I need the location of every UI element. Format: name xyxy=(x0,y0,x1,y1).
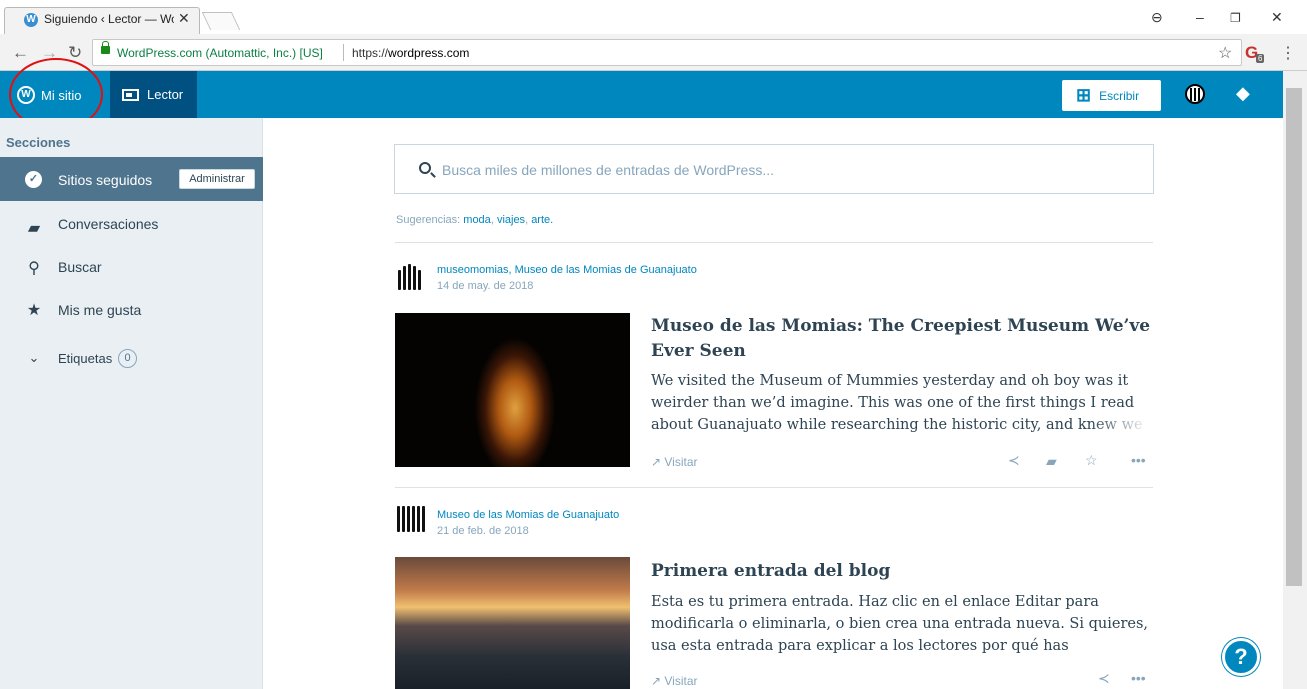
lock-icon xyxy=(101,41,110,54)
restore-icon[interactable]: ❐ xyxy=(1230,11,1241,25)
comment-icon[interactable]: ▰ xyxy=(1046,453,1057,470)
post-title[interactable]: Primera entrada del blog xyxy=(651,559,1151,584)
manage-button[interactable]: Administrar xyxy=(179,169,255,189)
more-options-icon[interactable]: ••• xyxy=(1131,452,1146,468)
notifications-icon[interactable]: ◆ xyxy=(1236,84,1254,102)
help-button[interactable]: ? xyxy=(1222,638,1260,676)
divider xyxy=(395,487,1153,488)
tab-close-icon[interactable]: ✕ xyxy=(178,10,190,27)
site-icon[interactable] xyxy=(396,262,426,292)
tab-title: Siguiendo ‹ Lector — Wo xyxy=(44,12,174,26)
site-icon[interactable] xyxy=(396,504,426,534)
share-icon[interactable]: ≺ xyxy=(1098,670,1110,687)
sidebar-item-label: Sitios seguidos xyxy=(58,172,153,188)
suggestion-link[interactable]: moda xyxy=(463,214,491,226)
post-featured-image[interactable] xyxy=(395,557,630,689)
suggestion-link[interactable]: arte. xyxy=(531,214,553,226)
minimize-icon[interactable]: – xyxy=(1196,9,1204,25)
reader-icon xyxy=(122,88,139,101)
search-placeholder: Busca miles de millones de entradas de W… xyxy=(442,162,775,178)
write-icon: ⊞ xyxy=(1076,85,1092,105)
sidebar-section-title: Secciones xyxy=(6,135,71,150)
post-title[interactable]: Museo de las Momias: The Creepiest Museu… xyxy=(651,314,1151,364)
sidebar-item-search[interactable]: Buscar xyxy=(58,259,102,275)
search-icon xyxy=(419,162,431,174)
back-icon[interactable]: ← xyxy=(12,43,29,63)
suggestion-link[interactable]: viajes xyxy=(497,214,525,226)
reader-label: Lector xyxy=(147,87,184,102)
post-site-name[interactable]: Museo de las Momias de Guanajuato xyxy=(437,509,619,521)
wordpress-favicon-icon: W xyxy=(24,13,38,27)
search-icon: ⚲ xyxy=(28,260,40,277)
divider xyxy=(395,242,1153,243)
url-separator xyxy=(343,44,344,61)
more-options-icon[interactable]: ••• xyxy=(1131,670,1146,686)
share-icon[interactable]: ≺ xyxy=(1008,452,1020,469)
url-text: https://wordpress.com xyxy=(352,46,470,60)
post-featured-image[interactable] xyxy=(395,313,630,467)
reader-sidebar xyxy=(0,118,263,689)
check-circle-icon: ✓ xyxy=(25,171,42,188)
excerpt-fade xyxy=(1090,414,1150,436)
close-window-icon[interactable]: ✕ xyxy=(1271,9,1283,26)
excerpt-fade xyxy=(1090,635,1150,657)
visit-link[interactable]: ↗ Visitar xyxy=(651,455,698,469)
post-site-name[interactable]: museomomias, Museo de las Momias de Guan… xyxy=(437,264,697,276)
reader-tab[interactable]: Lector xyxy=(110,71,197,118)
like-star-icon[interactable]: ☆ xyxy=(1085,452,1098,469)
profile-icon[interactable]: ⊖ xyxy=(1151,9,1163,26)
comments-icon: ▰ xyxy=(27,220,41,237)
suggestions: Sugerencias: moda, viajes, arte. xyxy=(396,214,554,226)
tags-count-badge: 0 xyxy=(118,349,137,368)
bookmark-star-icon[interactable]: ☆ xyxy=(1218,43,1232,63)
scrollbar-thumb[interactable] xyxy=(1286,88,1302,586)
post-date[interactable]: 21 de feb. de 2018 xyxy=(437,525,529,537)
post-date[interactable]: 14 de may. de 2018 xyxy=(437,280,533,292)
browser-menu-icon[interactable]: ⋮ xyxy=(1280,43,1296,63)
extension-badge: 6 xyxy=(1256,54,1265,63)
sidebar-item-conversations[interactable]: Conversaciones xyxy=(58,216,158,232)
post-excerpt[interactable]: Esta es tu primera entrada. Haz clic en … xyxy=(651,591,1151,657)
chevron-down-icon: ⌄ xyxy=(28,350,40,365)
post-excerpt[interactable]: We visited the Museum of Mummies yesterd… xyxy=(651,370,1151,436)
write-label: Escribir xyxy=(1099,88,1140,103)
star-icon: ★ xyxy=(26,302,42,319)
visit-link[interactable]: ↗ Visitar xyxy=(651,674,698,688)
sidebar-item-likes[interactable]: Mis me gusta xyxy=(58,302,141,318)
avatar[interactable] xyxy=(1185,84,1205,104)
write-button[interactable]: ⊞ Escribir xyxy=(1062,80,1161,111)
security-label: WordPress.com (Automattic, Inc.) [US] xyxy=(117,46,323,60)
sidebar-item-tags[interactable]: Etiquetas xyxy=(58,351,112,366)
